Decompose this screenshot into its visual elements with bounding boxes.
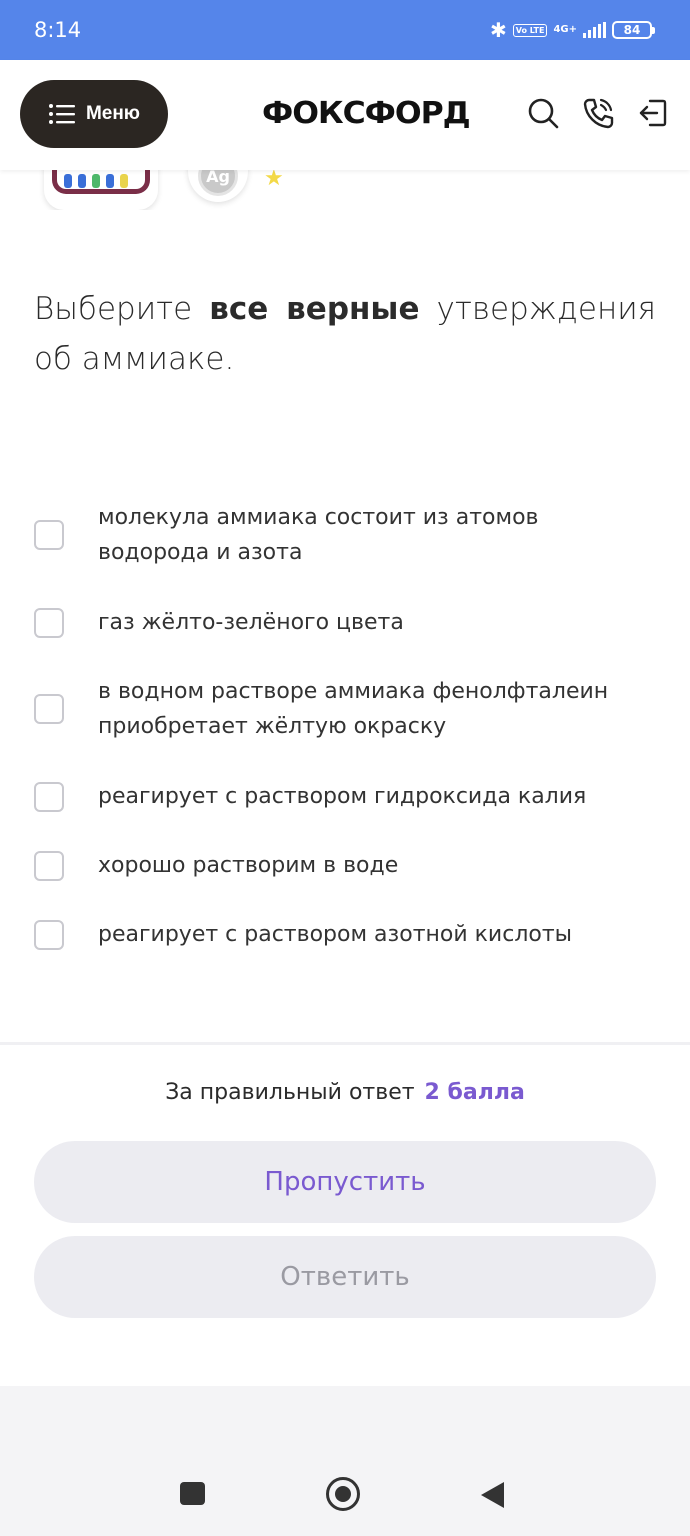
points-value: 2 балла xyxy=(424,1080,525,1105)
answer-button[interactable]: Ответить xyxy=(34,1236,656,1318)
network-type-label: 4G+ xyxy=(553,24,577,35)
foxford-logo[interactable]: ФОКСФОРД xyxy=(262,96,471,131)
answer-option[interactable]: хорошо растворим в воде xyxy=(34,848,656,883)
answer-option[interactable]: в водном растворе аммиака фенолфталеин п… xyxy=(34,674,656,744)
option-label: молекула аммиака состоит из атомов водор… xyxy=(98,505,539,565)
recent-apps-icon[interactable] xyxy=(180,1482,205,1505)
search-icon[interactable] xyxy=(526,96,560,130)
status-icons: ✱ Vo LTE 4G+ 84 xyxy=(489,18,655,42)
option-checkbox[interactable] xyxy=(34,694,64,724)
option-label: хорошо растворим в воде xyxy=(98,853,399,878)
option-checkbox[interactable] xyxy=(34,850,64,881)
system-nav-bar xyxy=(0,1386,690,1536)
achievement-badges: Ag ★ xyxy=(0,170,690,210)
points-info: За правильный ответ 2 балла xyxy=(0,1080,690,1105)
answer-option[interactable]: реагирует с раствором азотной кислоты xyxy=(34,917,656,952)
points-text: За правильный ответ xyxy=(165,1080,415,1105)
battery-icon: 84 xyxy=(612,21,655,39)
answer-option[interactable]: реагирует с раствором гидроксида калия xyxy=(34,779,656,814)
question-text: Выберите все верные утверждения об аммиа… xyxy=(34,291,656,377)
question-emphasis: все верные xyxy=(209,291,420,327)
bluetooth-icon: ✱ xyxy=(489,18,507,42)
option-label: реагирует с раствором гидроксида калия xyxy=(98,784,587,809)
divider xyxy=(0,1042,690,1045)
back-icon[interactable] xyxy=(481,1482,504,1508)
status-time: 8:14 xyxy=(34,18,82,42)
app-header: Меню ФОКСФОРД xyxy=(0,60,690,170)
menu-button[interactable]: Меню xyxy=(20,80,168,148)
skip-button[interactable]: Пропустить xyxy=(34,1141,656,1223)
logout-icon[interactable] xyxy=(636,96,670,130)
option-label: в водном растворе аммиака фенолфталеин п… xyxy=(98,679,609,739)
menu-list-icon xyxy=(48,104,75,124)
option-checkbox[interactable] xyxy=(34,520,64,550)
signal-icon xyxy=(583,22,606,38)
option-checkbox[interactable] xyxy=(34,607,64,638)
volte-icon: Vo LTE xyxy=(512,23,548,37)
silver-element-badge: Ag xyxy=(188,170,248,202)
battery-level: 84 xyxy=(623,23,641,37)
answer-option[interactable]: газ жёлто-зелёного цвета xyxy=(34,605,656,640)
option-label: газ жёлто-зелёного цвета xyxy=(98,610,404,635)
answer-option[interactable]: молекула аммиака состоит из атомов водор… xyxy=(34,500,656,570)
menu-label: Меню xyxy=(85,103,141,124)
status-bar: 8:14 ✱ Vo LTE 4G+ 84 xyxy=(0,0,690,60)
star-icon: ★ xyxy=(264,170,284,191)
option-checkbox[interactable] xyxy=(34,781,64,812)
lab-badge-icon xyxy=(44,170,158,210)
option-label: реагирует с раствором азотной кислоты xyxy=(98,922,573,947)
ag-label: Ag xyxy=(198,170,238,196)
home-icon[interactable] xyxy=(326,1477,360,1511)
phone-call-icon[interactable] xyxy=(581,96,615,130)
option-checkbox[interactable] xyxy=(34,919,64,950)
